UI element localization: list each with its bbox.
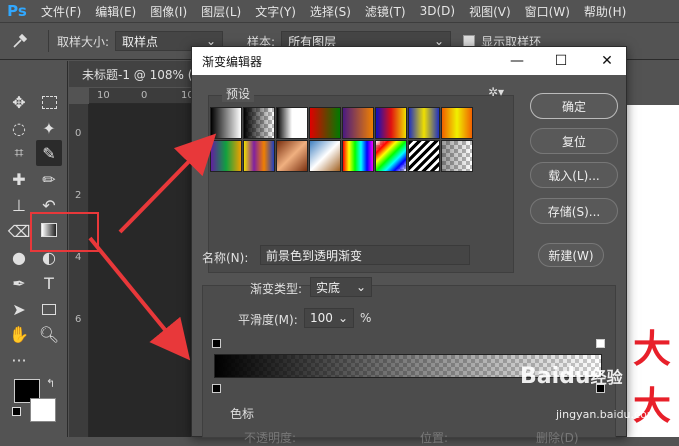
watermark-logo: Baidu经验 [520, 364, 623, 389]
watermark-url: jingyan.baidu.com [556, 408, 658, 421]
annotation-arrow [118, 133, 217, 234]
annotation-arrow [88, 236, 191, 361]
